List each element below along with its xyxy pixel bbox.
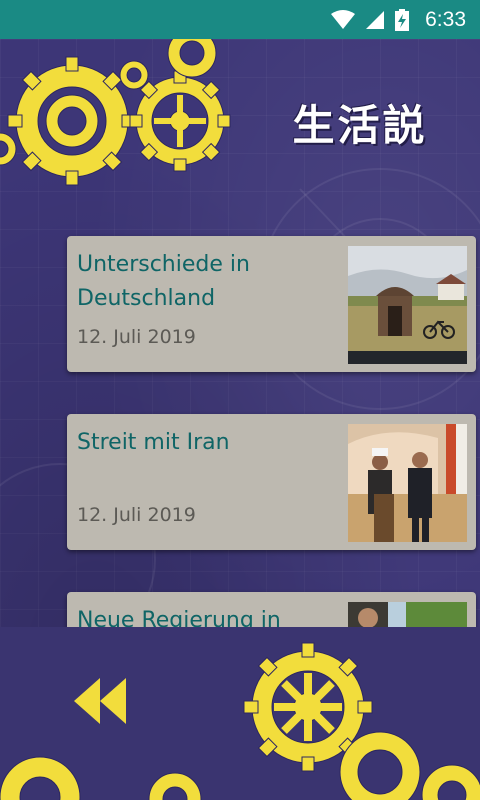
gears-decoration-top <box>0 39 231 186</box>
article-title: Streit mit Iran <box>77 430 230 455</box>
article-card[interactable]: Unterschiede in Deutschland 12. Juli 201… <box>67 236 476 372</box>
gear-icon <box>148 772 202 800</box>
status-bar: 6:33 <box>0 0 480 39</box>
article-list[interactable]: Unterschiede in Deutschland 12. Juli 201… <box>0 215 480 627</box>
gear-icon <box>0 132 17 166</box>
article-thumbnail <box>348 246 467 364</box>
article-thumbnail <box>348 602 467 627</box>
gear-icon <box>421 764 480 800</box>
article-title: Unterschiede in Deutschland <box>77 252 250 311</box>
article-title: Neue Regierung in <box>77 608 281 627</box>
battery-charging-icon <box>395 8 410 31</box>
article-date: 12. Juli 2019 <box>77 504 196 526</box>
article-card[interactable]: Streit mit Iran 12. Juli 2019 <box>67 414 476 550</box>
back-button[interactable] <box>72 676 128 726</box>
article-date: 12. Juli 2019 <box>77 326 196 348</box>
article-card[interactable]: Neue Regierung in <box>67 592 476 627</box>
signal-icon <box>366 10 385 29</box>
article-thumbnail <box>348 424 467 542</box>
gear-icon <box>0 756 81 800</box>
app-title: 生活説 <box>292 101 428 150</box>
rewind-icon <box>74 678 126 724</box>
wifi-icon <box>331 9 356 29</box>
status-time: 6:33 <box>425 7 466 31</box>
gear-icon <box>119 60 149 90</box>
